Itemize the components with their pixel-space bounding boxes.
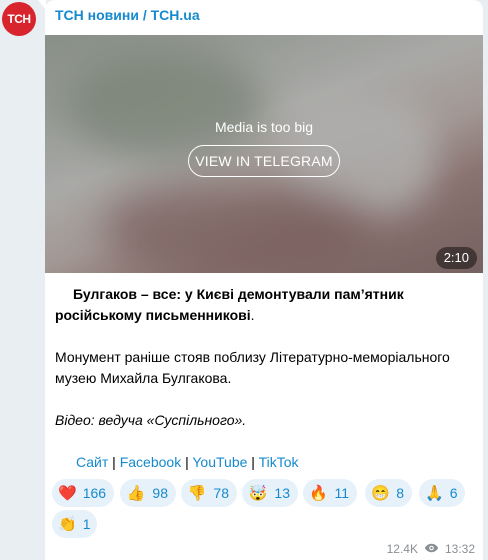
link-separator: | [181, 454, 193, 470]
thumbs-up-icon: 👍 [126, 485, 146, 502]
channel-avatar[interactable]: ТСН [2, 2, 36, 36]
reaction-count: 98 [152, 485, 168, 501]
reaction-grinning[interactable]: 😁 8 [365, 479, 412, 507]
video-duration: 2:10 [435, 247, 477, 269]
link-facebook[interactable]: Facebook [120, 454, 181, 470]
link-tiktok[interactable]: TikTok [259, 454, 299, 470]
reaction-fire[interactable]: 🔥 11 [303, 479, 357, 507]
message-footer: 12.4K 13:32 [387, 542, 475, 556]
post-text: Булгаков – все: у Києві демонтували пам’… [55, 284, 475, 431]
reaction-count: 78 [213, 485, 229, 501]
reaction-count: 166 [82, 485, 107, 501]
eye-icon [424, 542, 439, 556]
link-separator: | [247, 454, 259, 470]
social-links: Сайт | Facebook | YouTube | TikTok [76, 452, 299, 472]
headline-bold: Булгаков – все: у Києві демонтували пам’… [55, 286, 404, 323]
folded-hands-icon: 🙏 [425, 485, 444, 502]
avatar-text: ТСН [7, 12, 31, 26]
exploding-head-icon: 🤯 [248, 485, 268, 502]
reaction-count: 11 [334, 485, 349, 501]
message-bubble: ТСН новини / TCH.ua Media is too big VIE… [45, 0, 483, 560]
thumbs-down-icon: 👎 [187, 485, 207, 502]
headline-end: . [250, 307, 255, 323]
reaction-clapping-hands[interactable]: 👏 1 [52, 510, 97, 538]
link-youtube[interactable]: YouTube [192, 454, 247, 470]
channel-title[interactable]: ТСН новини / TCH.ua [55, 7, 200, 23]
reaction-count: 8 [396, 485, 404, 501]
post-credit: Відео: ведуча «Суспільного». [55, 412, 247, 428]
fire-icon: 🔥 [309, 485, 329, 502]
reaction-heart[interactable]: ❤️ 166 [52, 479, 114, 507]
view-in-telegram-button[interactable]: VIEW IN TELEGRAM [188, 145, 340, 177]
link-separator: | [108, 454, 120, 470]
link-site[interactable]: Сайт [76, 454, 108, 470]
reaction-thumbs-up[interactable]: 👍 98 [120, 479, 176, 507]
reaction-count: 6 [449, 485, 458, 501]
view-count: 12.4K [386, 542, 418, 556]
post-headline: Булгаков – все: у Києві демонтували пам’… [55, 284, 475, 326]
clapping-hands-icon: 👏 [58, 516, 77, 533]
reaction-exploding-head[interactable]: 🤯 13 [242, 479, 298, 507]
reaction-folded-hands[interactable]: 🙏 6 [419, 479, 465, 507]
reaction-count: 13 [274, 485, 290, 501]
grinning-icon: 😁 [371, 485, 390, 502]
reaction-thumbs-down[interactable]: 👎 78 [181, 479, 237, 507]
post-paragraph: Монумент раніше стояв поблизу Літературн… [55, 349, 450, 386]
media-too-big-note: Media is too big [214, 119, 314, 135]
heart-icon: ❤️ [58, 485, 77, 502]
message-time: 13:32 [444, 542, 475, 556]
reaction-count: 1 [82, 516, 91, 532]
video-preview[interactable]: Media is too big VIEW IN TELEGRAM 2:10 [45, 35, 483, 273]
